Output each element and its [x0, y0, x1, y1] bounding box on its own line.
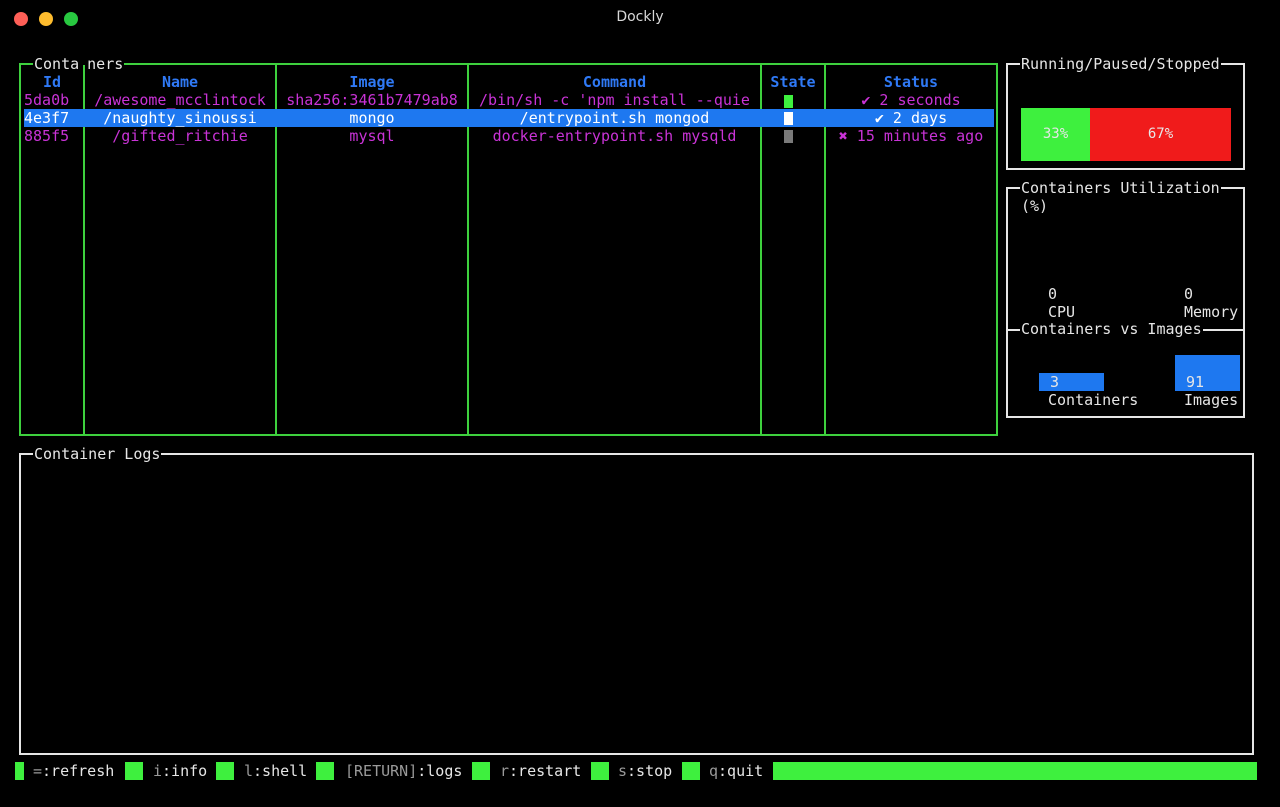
container-id: 885f5: [24, 127, 70, 145]
running-bar: 33%: [1021, 108, 1090, 161]
stopped-bar: 67%: [1090, 108, 1231, 161]
keybinding-separator: [472, 762, 490, 780]
column-header-id[interactable]: Id: [21, 73, 83, 91]
cpu-value: 0: [1048, 285, 1058, 303]
running-paused-stopped-panel: Running/Paused/Stopped 33% 67%: [1006, 55, 1245, 170]
container-command: docker-entrypoint.sh mysqld: [492, 127, 737, 145]
images-count-value: 91: [1186, 373, 1205, 391]
utilization-unit: (%): [1021, 197, 1049, 215]
stop-shortcut[interactable]: s:stop: [618, 762, 672, 780]
info-shortcut[interactable]: i:info: [153, 762, 207, 780]
images-count-label: Images: [1184, 391, 1239, 409]
containers-panel[interactable]: Conta ners Id Name Image Command State St…: [19, 55, 998, 436]
keybinding-bar: =:refresh i:info l:shell [RETURN]:logs r…: [0, 762, 1280, 780]
containers-panel-title: Conta ners: [33, 55, 125, 73]
keybinding-separator: [316, 762, 334, 780]
container-logs-title: Container Logs: [33, 445, 162, 463]
memory-value: 0: [1184, 285, 1194, 303]
container-command: /entrypoint.sh mongod: [519, 109, 710, 127]
containers-utilization-panel: Containers Utilization (%) 0 CPU 0 Memor…: [1006, 179, 1245, 418]
container-command: /bin/sh -c 'npm install --quie: [479, 91, 750, 109]
containers-count-label: Containers: [1048, 391, 1139, 409]
container-image: mysql: [349, 127, 395, 145]
shell-shortcut[interactable]: l:shell: [244, 762, 307, 780]
window-title: Dockly: [616, 9, 664, 25]
running-paused-stopped-title: Running/Paused/Stopped: [1020, 55, 1221, 73]
images-count-bar: [1175, 355, 1240, 391]
container-status: ✖ 15 minutes ago: [838, 127, 984, 145]
column-header-image[interactable]: Image: [277, 73, 467, 91]
keybinding-separator: [216, 762, 234, 780]
keybinding-separator: [682, 762, 700, 780]
cpu-label: CPU: [1048, 303, 1076, 321]
keybinding-separator: [125, 762, 143, 780]
column-header-name[interactable]: Name: [85, 73, 275, 91]
state-running-indicator: [784, 95, 793, 108]
container-name: /gifted_ritchie: [112, 127, 248, 145]
memory-label: Memory: [1184, 303, 1239, 321]
keybinding-bar-fill: [773, 762, 1257, 780]
restart-shortcut[interactable]: r:restart: [500, 762, 581, 780]
containers-utilization-title: Containers Utilization: [1020, 179, 1221, 197]
container-name: /naughty_sinoussi: [103, 109, 257, 127]
logs-shortcut[interactable]: [RETURN]:logs: [345, 762, 462, 780]
state-stopped-indicator: [784, 130, 793, 143]
column-header-status[interactable]: Status: [826, 73, 996, 91]
container-name: /awesome_mcclintock: [94, 91, 266, 109]
title-bar: Dockly: [0, 0, 1280, 36]
container-image: sha256:3461b7479ab8: [286, 91, 458, 109]
state-running-indicator: [784, 112, 793, 125]
column-header-command[interactable]: Command: [469, 73, 760, 91]
container-id: 4e3f7: [24, 109, 70, 127]
containers-count-bar: [1039, 373, 1104, 391]
container-id: 5da0b: [24, 91, 70, 109]
containers-count-value: 3: [1050, 373, 1060, 391]
keybinding-separator: [15, 762, 24, 780]
container-logs-panel[interactable]: Container Logs: [19, 445, 1254, 755]
keybinding-separator: [591, 762, 609, 780]
column-header-state[interactable]: State: [762, 73, 824, 91]
quit-shortcut[interactable]: q:quit: [709, 762, 763, 780]
container-status: ✔ 2 seconds: [861, 91, 961, 109]
container-image: mongo: [349, 109, 395, 127]
containers-vs-images-title: Containers vs Images: [1020, 320, 1203, 338]
refresh-shortcut[interactable]: =:refresh: [33, 762, 114, 780]
container-status: ✔ 2 days: [874, 109, 948, 127]
